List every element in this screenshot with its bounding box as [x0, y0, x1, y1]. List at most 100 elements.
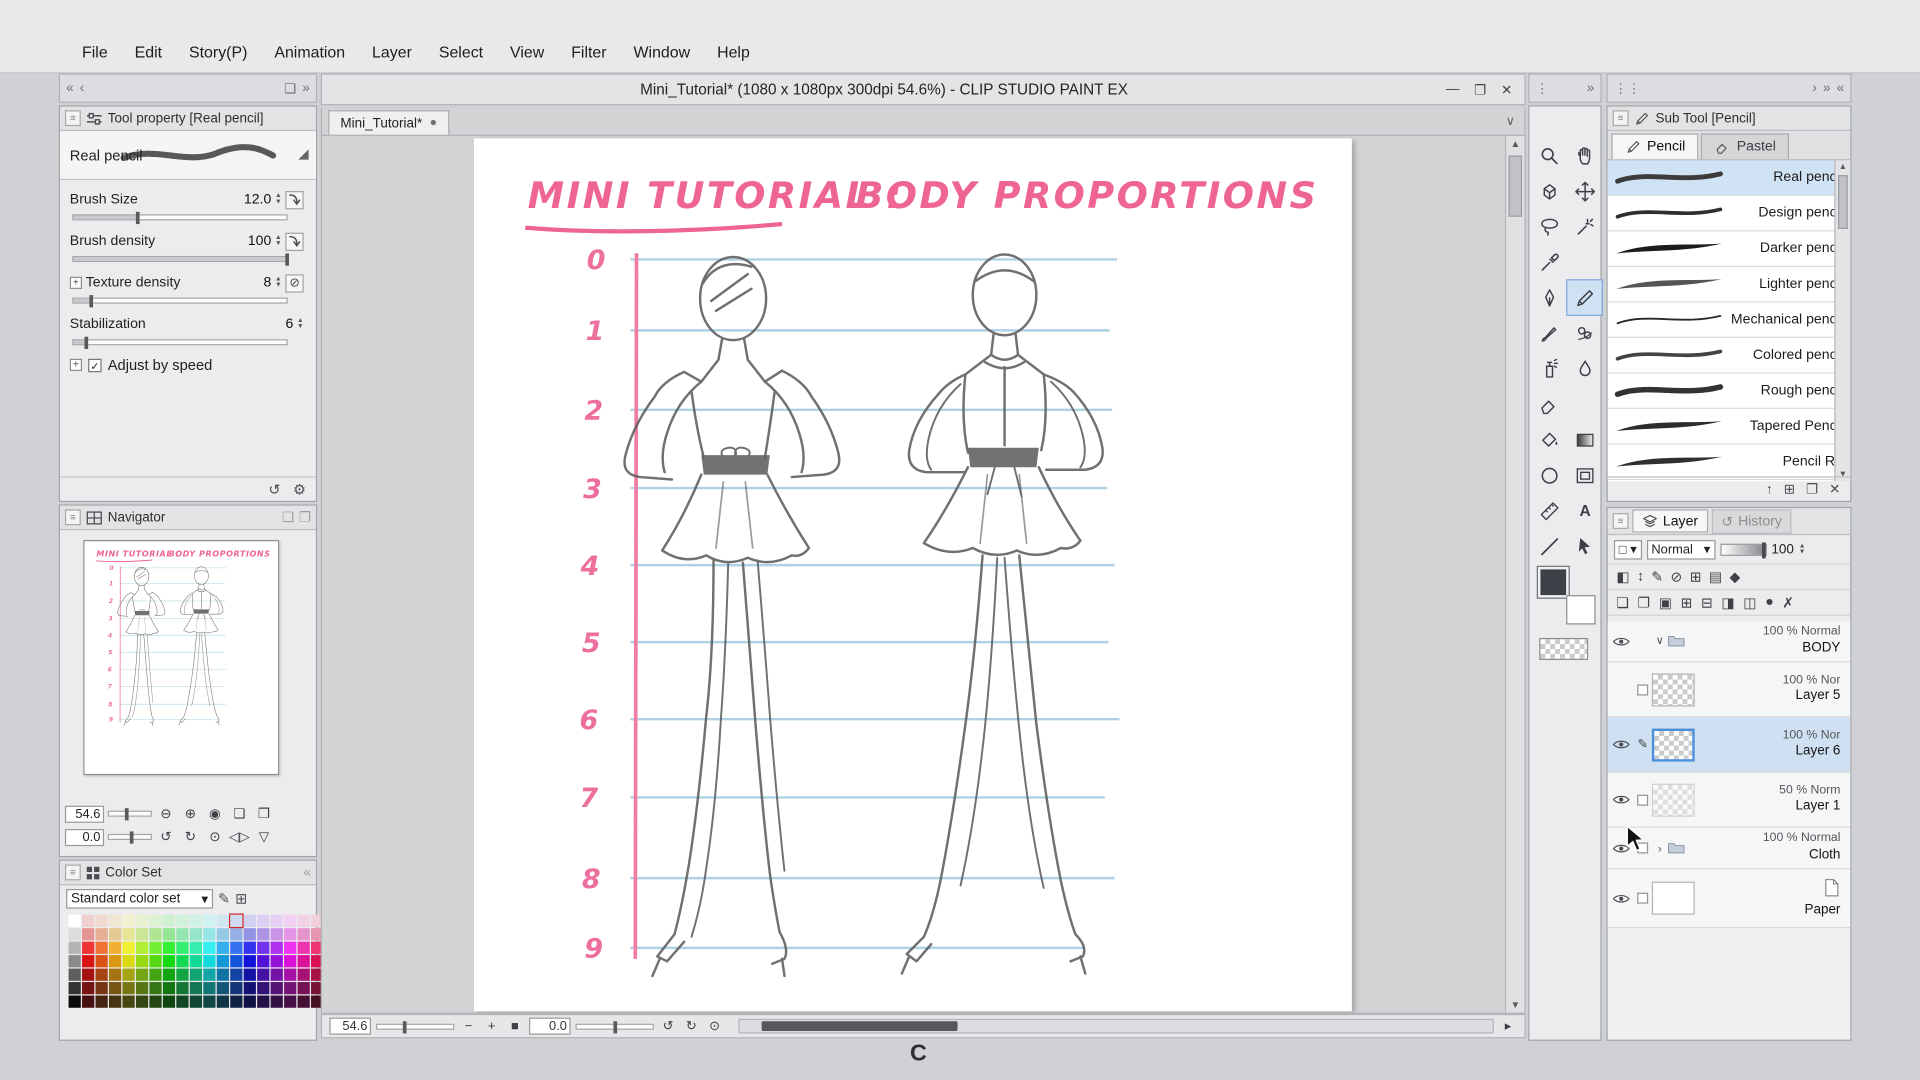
tool-frame-border[interactable]: [1567, 458, 1601, 492]
color-swatch[interactable]: [271, 969, 283, 981]
scroll-right-icon[interactable]: ▸: [1499, 1017, 1517, 1035]
layer-row-layer-1[interactable]: 50 % NormLayer 1: [1608, 773, 1850, 828]
color-swatch[interactable]: [136, 996, 148, 1008]
main-color-chip[interactable]: [1538, 567, 1569, 598]
horizontal-scroll-thumb[interactable]: [762, 1021, 958, 1031]
rotate-ccw-icon[interactable]: ↺: [659, 1017, 677, 1035]
tab-history[interactable]: ↺ History: [1712, 509, 1792, 533]
minimize-icon[interactable]: —: [1446, 81, 1459, 97]
subtool-item-real-pencil[interactable]: Real pencil: [1608, 160, 1850, 196]
color-swatch[interactable]: [203, 982, 215, 994]
opacity-value[interactable]: 100: [1771, 542, 1793, 557]
color-swatch[interactable]: [271, 928, 283, 940]
expand-icon[interactable]: »: [1587, 81, 1595, 96]
color-swatch[interactable]: [217, 942, 229, 954]
subtool-item-mechanical-pencil[interactable]: Mechanical pencil: [1608, 302, 1850, 338]
tab-list-caret-icon[interactable]: ∨: [1496, 114, 1525, 127]
collapse-icon[interactable]: «: [304, 865, 312, 880]
color-swatch[interactable]: [122, 996, 134, 1008]
visibility-eye-icon[interactable]: [1608, 890, 1634, 907]
color-swatch[interactable]: [271, 915, 283, 927]
color-swatch[interactable]: [136, 942, 148, 954]
color-swatch[interactable]: [82, 969, 94, 981]
color-swatch[interactable]: [82, 996, 94, 1008]
reset-settings-icon[interactable]: ↺: [268, 481, 280, 498]
zoom-in-icon[interactable]: ⊕: [180, 804, 201, 824]
color-swatch[interactable]: [96, 996, 108, 1008]
color-swatch[interactable]: [230, 982, 242, 994]
pen-pressure-button[interactable]: [285, 232, 303, 250]
color-swatch[interactable]: [176, 915, 188, 927]
subtool-item-design-pencil[interactable]: Design pencil: [1608, 196, 1850, 232]
tab-layer[interactable]: Layer: [1632, 509, 1708, 532]
color-swatch[interactable]: [244, 996, 256, 1008]
order-icon[interactable]: ↕: [1637, 569, 1644, 584]
collapse-right-icon[interactable]: «: [1837, 81, 1845, 96]
menu-animation[interactable]: Animation: [261, 42, 359, 60]
fit-window-icon[interactable]: ❏: [229, 804, 250, 824]
expand-right-icon[interactable]: »: [302, 81, 310, 96]
layer-checkbox[interactable]: [1633, 684, 1651, 695]
color-swatch[interactable]: [122, 969, 134, 981]
color-swatch[interactable]: [109, 982, 121, 994]
blend-mode-dropdown[interactable]: Normal ▾: [1646, 539, 1715, 559]
color-swatch[interactable]: [284, 928, 296, 940]
tool-brush[interactable]: [1532, 316, 1566, 350]
layer-checkbox[interactable]: [1633, 794, 1651, 805]
tool-ruler[interactable]: [1532, 493, 1566, 527]
color-swatch[interactable]: [217, 915, 229, 927]
info-tab-icon[interactable]: ❐: [299, 509, 311, 525]
color-swatch[interactable]: [176, 982, 188, 994]
color-swatch[interactable]: [176, 928, 188, 940]
color-swatch[interactable]: [203, 955, 215, 967]
subview-tab-icon[interactable]: ❏: [282, 509, 294, 525]
sub-color-chip[interactable]: [1566, 595, 1595, 624]
color-swatch[interactable]: [136, 982, 148, 994]
color-swatch[interactable]: [163, 969, 175, 981]
color-swatch[interactable]: [109, 955, 121, 967]
panel-grip-icon[interactable]: ≡: [65, 509, 81, 525]
status-rotate-value[interactable]: 0.0: [529, 1018, 571, 1035]
param-value[interactable]: 6: [285, 317, 293, 332]
color-swatch[interactable]: [176, 955, 188, 967]
tool-zoom[interactable]: [1532, 138, 1566, 172]
color-swatch[interactable]: [217, 996, 229, 1008]
status-zoom-slider[interactable]: [376, 1023, 454, 1029]
color-swatch[interactable]: [69, 969, 81, 981]
color-swatch[interactable]: [96, 928, 108, 940]
panel-box-icon[interactable]: ❏: [284, 80, 296, 96]
color-swatch[interactable]: [257, 915, 269, 927]
color-swatch[interactable]: [257, 928, 269, 940]
color-swatch[interactable]: [109, 915, 121, 927]
tool-line[interactable]: [1532, 529, 1566, 563]
color-swatch[interactable]: [298, 955, 310, 967]
color-swatch[interactable]: [149, 915, 161, 927]
transparent-color-chip[interactable]: [1539, 638, 1588, 660]
subtool-item-tapered-pencil[interactable]: Tapered Pencil: [1608, 409, 1850, 445]
color-swatch[interactable]: [176, 996, 188, 1008]
color-swatch[interactable]: [244, 969, 256, 981]
layer-row-layer-5[interactable]: 100 % NorLayer 5: [1608, 662, 1850, 717]
menu-filter[interactable]: Filter: [558, 42, 620, 60]
menu-layer[interactable]: Layer: [359, 42, 426, 60]
layer-row-layer-6[interactable]: ✎100 % NorLayer 6: [1608, 718, 1850, 773]
color-swatch[interactable]: [82, 915, 94, 927]
color-swatch[interactable]: [109, 996, 121, 1008]
new-vector-icon[interactable]: ❐: [1638, 594, 1651, 611]
color-set-dropdown[interactable]: Standard color set ▾: [66, 889, 213, 909]
color-swatch[interactable]: [230, 942, 242, 954]
color-swatch[interactable]: [136, 969, 148, 981]
tool-selection-lasso[interactable]: [1532, 209, 1566, 243]
subtool-tab-pencil[interactable]: Pencil: [1611, 133, 1698, 159]
scroll-up-icon[interactable]: ▲: [1506, 136, 1524, 149]
fit-screen-icon[interactable]: ■: [506, 1017, 524, 1035]
document-tab[interactable]: Mini_Tutorial* ●: [328, 110, 449, 134]
color-swatch[interactable]: [109, 942, 121, 954]
tool-operation-select[interactable]: [1567, 529, 1601, 563]
artboard[interactable]: [474, 138, 1352, 1011]
color-swatch[interactable]: [136, 955, 148, 967]
color-swatch[interactable]: [82, 942, 94, 954]
sub-tool-scrollbar[interactable]: ▲ ▼: [1834, 160, 1850, 481]
color-swatch[interactable]: [271, 996, 283, 1008]
panel-grip-icon[interactable]: ≡: [1613, 110, 1629, 126]
